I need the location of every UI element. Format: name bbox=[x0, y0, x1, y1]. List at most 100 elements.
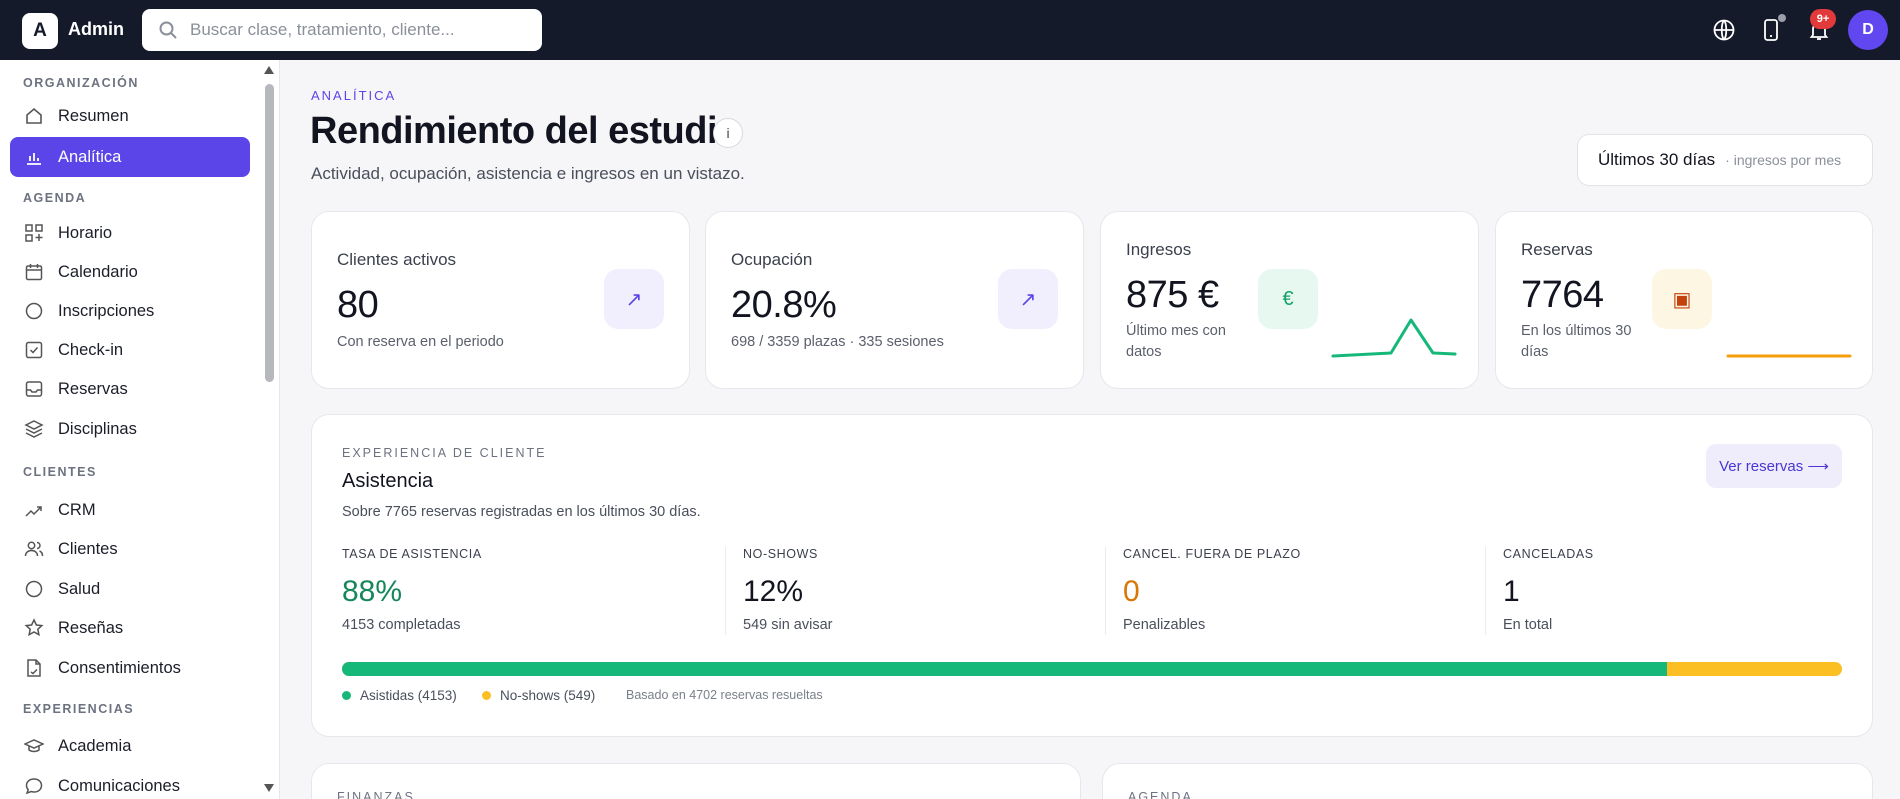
sidebar-item-label: Consentimientos bbox=[58, 658, 181, 677]
sidebar-section-title: EXPERIENCIAS bbox=[23, 702, 135, 716]
checkbox-icon bbox=[25, 341, 43, 359]
kpi-label: Reservas bbox=[1521, 240, 1593, 259]
bookings-sparkline bbox=[1726, 354, 1852, 358]
sidebar-section-title: AGENDA bbox=[23, 191, 87, 205]
legend-label: Asistidas (4153) bbox=[360, 688, 457, 703]
period-note: · ingresos por mes bbox=[1725, 152, 1842, 168]
graduation-cap-icon bbox=[24, 739, 44, 753]
language-globe-icon[interactable] bbox=[1710, 16, 1738, 44]
kpi-sub: Con reserva en el periodo bbox=[337, 334, 504, 350]
page-subtitle: Actividad, ocupación, asistencia e ingre… bbox=[311, 164, 745, 183]
period-selector[interactable]: Últimos 30 días · ingresos por mes bbox=[1577, 134, 1873, 186]
sidebar-item-label: Disciplinas bbox=[58, 419, 137, 438]
page-title: Rendimiento del estudio bbox=[310, 110, 740, 152]
sidebar-item-analitica[interactable]: Analítica bbox=[10, 137, 250, 177]
info-button[interactable]: i bbox=[713, 118, 743, 148]
section-kicker: EXPERIENCIA DE CLIENTE bbox=[342, 446, 547, 460]
layers-icon bbox=[24, 420, 44, 438]
user-avatar[interactable]: D bbox=[1848, 10, 1888, 50]
stat-label: CANCELADAS bbox=[1503, 547, 1594, 561]
chat-bubble-icon bbox=[25, 778, 43, 795]
device-status-dot bbox=[1778, 14, 1786, 22]
top-bar: A Admin 9+ D bbox=[0, 0, 1900, 60]
sidebar-item-reservas[interactable]: Reservas bbox=[10, 369, 250, 409]
kpi-card-active-clients[interactable]: Clientes activos 80 Con reserva en el pe… bbox=[311, 211, 690, 389]
divider bbox=[1485, 547, 1486, 635]
sidebar: ORGANIZACIÓN Resumen Analítica AGENDA Ho… bbox=[0, 60, 280, 799]
sidebar-item-label: Comunicaciones bbox=[58, 776, 180, 795]
section-title: Asistencia bbox=[342, 470, 434, 492]
sidebar-item-label: Inscripciones bbox=[58, 301, 155, 320]
legend-note: Basado en 4702 reservas resueltas bbox=[626, 688, 823, 702]
sidebar-item-clientes[interactable]: Clientes bbox=[10, 529, 250, 569]
agenda-card: AGENDA bbox=[1102, 763, 1873, 799]
sidebar-item-label: Check-in bbox=[58, 340, 124, 359]
attendance-card: EXPERIENCIA DE CLIENTE Asistencia Sobre … bbox=[311, 414, 1873, 737]
sidebar-item-inscripciones[interactable]: Inscripciones bbox=[10, 291, 250, 331]
legend-attended: Asistidas (4153) bbox=[342, 688, 457, 703]
stat-label: CANCEL. FUERA DE PLAZO bbox=[1123, 547, 1301, 561]
app-logo[interactable]: A bbox=[22, 13, 58, 49]
brand-name[interactable]: Admin bbox=[68, 19, 124, 40]
sidebar-section-title: CLIENTES bbox=[23, 465, 97, 479]
attendance-progress-fill bbox=[342, 662, 1667, 676]
circle-icon bbox=[25, 302, 43, 320]
stat-label: NO-SHOWS bbox=[743, 547, 818, 561]
sidebar-scrollbar-thumb[interactable] bbox=[265, 84, 274, 382]
sidebar-section-title: ORGANIZACIÓN bbox=[23, 76, 139, 90]
sidebar-item-consentimientos[interactable]: Consentimientos bbox=[10, 648, 250, 688]
view-bookings-button[interactable]: Ver reservas ⟶ bbox=[1706, 444, 1842, 488]
sidebar-item-label: CRM bbox=[58, 500, 96, 519]
search-box[interactable] bbox=[142, 9, 542, 51]
sidebar-item-resumen[interactable]: Resumen bbox=[10, 96, 250, 136]
stat-sub: 549 sin avisar bbox=[743, 617, 833, 633]
stat-attendance-rate: TASA DE ASISTENCIA 88% 4153 completadas bbox=[342, 547, 482, 633]
stat-value: 1 bbox=[1503, 575, 1520, 608]
kpi-card-occupancy[interactable]: Ocupación 20.8% 698 / 3359 plazas · 335 … bbox=[705, 211, 1084, 389]
scroll-up-arrow-icon[interactable] bbox=[263, 65, 275, 75]
section-kicker: FINANZAS bbox=[337, 790, 415, 799]
stat-late-cancellations: CANCEL. FUERA DE PLAZO 0 Penalizables bbox=[1123, 547, 1301, 633]
search-input[interactable] bbox=[190, 20, 510, 40]
sidebar-item-check-in[interactable]: Check-in bbox=[10, 330, 250, 370]
finance-card: FINANZAS bbox=[311, 763, 1081, 799]
section-kicker: AGENDA bbox=[1128, 790, 1193, 799]
bar-chart-icon bbox=[27, 153, 41, 165]
stat-sub: 4153 completadas bbox=[342, 617, 461, 633]
stat-cancelled: CANCELADAS 1 En total bbox=[1503, 547, 1594, 633]
kpi-card-bookings[interactable]: Reservas 7764 En los últimos 30 días ▣ bbox=[1495, 211, 1873, 389]
sidebar-item-label: Horario bbox=[58, 223, 113, 242]
arrow-up-right-icon: ↗ bbox=[998, 269, 1058, 329]
stat-value: 0 bbox=[1123, 575, 1140, 608]
kpi-value: 20.8% bbox=[731, 284, 837, 326]
kpi-sub: Último mes con datos bbox=[1126, 323, 1226, 360]
page-kicker: ANALÍTICA bbox=[311, 88, 397, 103]
sidebar-item-label: Analítica bbox=[58, 147, 122, 166]
circle-icon bbox=[25, 580, 43, 598]
sidebar-item-comunicaciones[interactable]: Comunicaciones bbox=[10, 766, 250, 799]
sidebar-item-label: Academia bbox=[58, 736, 132, 755]
sidebar-item-salud[interactable]: Salud bbox=[10, 569, 250, 609]
inbox-icon bbox=[25, 381, 43, 397]
revenue-sparkline-line bbox=[1331, 318, 1457, 358]
sidebar-item-calendario[interactable]: Calendario bbox=[10, 252, 250, 292]
notifications-badge: 9+ bbox=[1810, 9, 1836, 29]
grid-plus-icon bbox=[25, 224, 43, 242]
sidebar-item-disciplinas[interactable]: Disciplinas bbox=[10, 409, 250, 449]
section-subtitle: Sobre 7765 reservas registradas en los ú… bbox=[342, 504, 701, 520]
star-icon bbox=[24, 618, 44, 637]
kpi-card-revenue[interactable]: Ingresos 875 € Último mes con datos € bbox=[1100, 211, 1479, 389]
period-label: Últimos 30 días bbox=[1598, 150, 1716, 169]
attendance-progress-bar bbox=[342, 662, 1842, 676]
sidebar-item-horario[interactable]: Horario bbox=[10, 213, 250, 253]
sidebar-item-label: Calendario bbox=[58, 262, 138, 281]
divider bbox=[1105, 547, 1106, 635]
sidebar-item-resenas[interactable]: Reseñas bbox=[10, 608, 250, 648]
sidebar-item-label: Salud bbox=[58, 579, 101, 598]
scroll-down-arrow-icon[interactable] bbox=[263, 783, 275, 793]
kpi-label: Clientes activos bbox=[337, 250, 457, 269]
sidebar-item-crm[interactable]: CRM bbox=[10, 490, 250, 530]
sidebar-item-academia[interactable]: Academia bbox=[10, 726, 250, 766]
kpi-value: 875 € bbox=[1126, 274, 1219, 316]
legend-noshows: No-shows (549) bbox=[482, 688, 595, 703]
